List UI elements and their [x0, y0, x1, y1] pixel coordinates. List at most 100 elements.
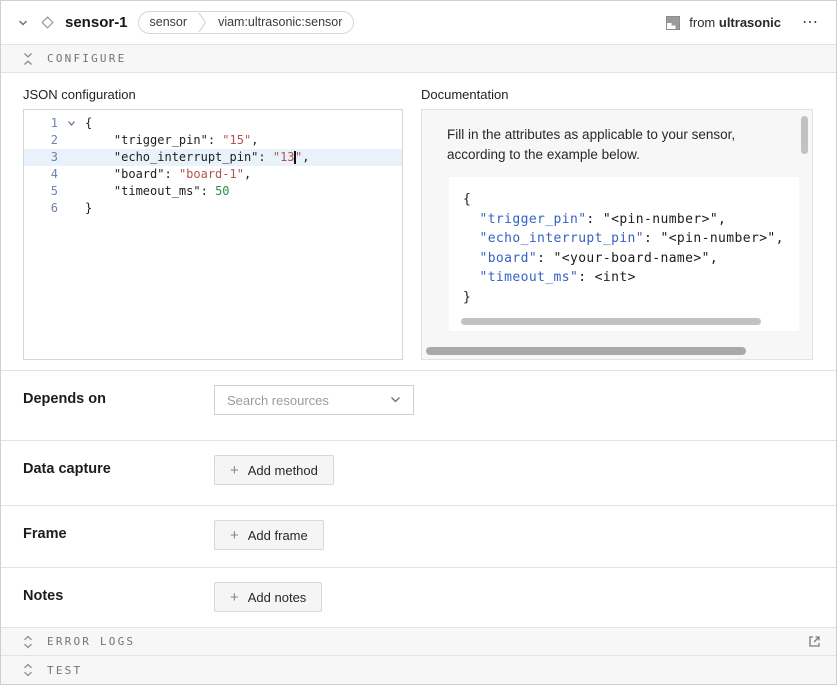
code-token — [85, 167, 114, 181]
frame-row: Frame + Add frame — [1, 506, 836, 568]
json-config-label: JSON configuration — [23, 87, 403, 102]
documentation-label: Documentation — [421, 87, 813, 102]
code-token — [463, 212, 479, 227]
add-notes-button[interactable]: + Add notes — [214, 582, 322, 612]
notes-label: Notes — [23, 582, 214, 604]
badge-chevron-separator-icon — [198, 11, 207, 34]
fold-gutter — [58, 166, 85, 183]
data-capture-row: Data capture + Add method — [1, 441, 836, 506]
line-number: 5 — [24, 183, 58, 200]
fold-chevron-icon[interactable] — [58, 115, 85, 132]
depends-on-select[interactable]: Search resources — [214, 385, 414, 415]
line-number: 4 — [24, 166, 58, 183]
component-config-card: sensor-1 sensor viam:ultrasonic:sensor f… — [0, 0, 837, 685]
plus-icon: + — [230, 528, 239, 543]
panel-vertical-scrollbar[interactable] — [801, 116, 808, 154]
notes-row: Notes + Add notes — [1, 568, 836, 628]
code-token: : — [258, 150, 272, 164]
code-token: "board" — [479, 251, 537, 266]
test-section-label: TEST — [47, 664, 82, 677]
code-token: "trigger_pin" — [114, 133, 208, 147]
code-horizontal-scrollbar[interactable] — [461, 318, 761, 325]
code-token: "board" — [114, 167, 165, 181]
component-header: sensor-1 sensor viam:ultrasonic:sensor f… — [1, 1, 836, 45]
code-token: { — [463, 192, 471, 207]
editor-line[interactable]: 3 "echo_interrupt_pin": "13", — [24, 149, 402, 166]
code-token: : — [164, 167, 178, 181]
test-section-header[interactable]: TEST — [1, 656, 836, 684]
code-token: 50 — [215, 184, 229, 198]
component-model-label: viam:ultrasonic:sensor — [207, 12, 353, 33]
select-chevron-down-icon — [390, 396, 401, 404]
code-token: "echo_interrupt_pin" — [114, 150, 259, 164]
unfold-expand-icon[interactable] — [22, 635, 34, 649]
open-logs-external-link-icon[interactable] — [807, 634, 822, 649]
depends-on-placeholder: Search resources — [227, 393, 329, 408]
editor-line[interactable]: 6} — [24, 200, 402, 217]
depends-on-label: Depends on — [23, 385, 214, 407]
fold-gutter — [58, 200, 85, 217]
component-type-label: sensor — [139, 12, 199, 33]
module-icon — [666, 16, 680, 30]
code-text: "echo_interrupt_pin": "13", — [85, 149, 402, 166]
data-capture-label: Data capture — [23, 455, 214, 477]
doc-code-line: } — [463, 288, 799, 308]
error-logs-section-header[interactable]: ERROR LOGS — [1, 628, 836, 656]
code-text: { — [85, 115, 402, 132]
code-token: "trigger_pin" — [479, 212, 586, 227]
code-text: } — [85, 200, 402, 217]
code-token: : — [201, 184, 215, 198]
doc-code-line: "trigger_pin": "<pin-number>", — [463, 210, 799, 230]
code-token — [463, 251, 479, 266]
line-number: 6 — [24, 200, 58, 217]
code-text: "trigger_pin": "15", — [85, 132, 402, 149]
code-token — [463, 231, 479, 246]
configure-section-label: CONFIGURE — [47, 52, 126, 65]
collapse-chevron-down-icon[interactable] — [17, 17, 29, 29]
code-token: "timeout_ms" — [479, 270, 578, 285]
more-menu-button[interactable]: ⋯ — [798, 15, 822, 31]
code-token: : "<pin-number>", — [586, 212, 726, 227]
configure-section-header[interactable]: CONFIGURE — [1, 45, 836, 73]
json-config-editor[interactable]: 1{2 "trigger_pin": "15",3 "echo_interrup… — [23, 109, 403, 360]
code-token: "board-1" — [179, 167, 244, 181]
line-number: 3 — [24, 149, 58, 166]
module-name: ultrasonic — [719, 15, 781, 30]
fold-gutter — [58, 183, 85, 200]
line-number: 1 — [24, 115, 58, 132]
fold-collapse-icon[interactable] — [22, 52, 34, 66]
add-frame-button[interactable]: + Add frame — [214, 520, 324, 550]
code-token: : "<your-board-name>", — [537, 251, 718, 266]
code-token: , — [302, 150, 309, 164]
from-word: from — [689, 15, 715, 30]
plus-icon: + — [230, 590, 239, 605]
add-method-button[interactable]: + Add method — [214, 455, 334, 485]
fold-gutter — [58, 132, 85, 149]
code-token: } — [85, 201, 92, 215]
component-type-badge: sensor viam:ultrasonic:sensor — [138, 11, 355, 34]
doc-code-line: "timeout_ms": <int> — [463, 268, 799, 288]
code-token — [85, 150, 114, 164]
plus-icon: + — [230, 463, 239, 478]
add-notes-label: Add notes — [248, 590, 307, 605]
depends-on-row: Depends on Search resources — [1, 371, 836, 441]
editor-line[interactable]: 4 "board": "board-1", — [24, 166, 402, 183]
code-token — [85, 133, 114, 147]
editor-line[interactable]: 1{ — [24, 115, 402, 132]
doc-code-line: "echo_interrupt_pin": "<pin-number>", — [463, 229, 799, 249]
unfold-expand-icon[interactable] — [22, 663, 34, 677]
code-token: : <int> — [578, 270, 636, 285]
editor-line[interactable]: 2 "trigger_pin": "15", — [24, 132, 402, 149]
code-token: : "<pin-number>", — [644, 231, 784, 246]
code-token: { — [85, 116, 92, 130]
code-token — [85, 184, 114, 198]
panel-horizontal-scrollbar[interactable] — [426, 347, 746, 355]
documentation-intro-text: Fill in the attributes as applicable to … — [447, 125, 783, 164]
code-token: , — [244, 167, 251, 181]
doc-code-block: { "trigger_pin": "<pin-number>", "echo_i… — [449, 177, 799, 331]
line-number: 2 — [24, 132, 58, 149]
doc-code-line: { — [463, 190, 799, 210]
editor-line[interactable]: 5 "timeout_ms": 50 — [24, 183, 402, 200]
code-text: "timeout_ms": 50 — [85, 183, 402, 200]
code-text: "board": "board-1", — [85, 166, 402, 183]
